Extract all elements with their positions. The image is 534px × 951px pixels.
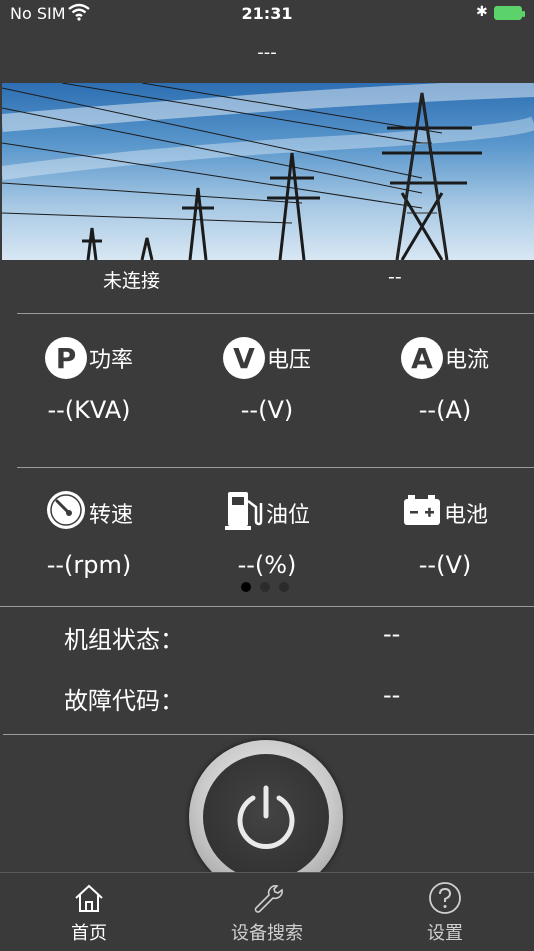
voltage-v-icon: V [222, 337, 265, 379]
power-icon [237, 785, 295, 849]
tab-label: 设备搜索 [231, 923, 303, 944]
divider [0, 606, 534, 607]
metric-voltage: V 电压 --(V) [178, 336, 356, 424]
tab-home[interactable]: 首页 [0, 879, 178, 945]
divider [17, 467, 534, 468]
info-label: 机组状态： [64, 626, 184, 654]
metric-value: --(V) [418, 551, 472, 579]
metric-fuel: 油位 --(%) [178, 491, 356, 579]
metric-current: A 电流 --(A) [356, 336, 534, 424]
page-dot[interactable] [279, 582, 289, 592]
page-dot[interactable] [241, 582, 251, 592]
info-value: -- [383, 620, 401, 648]
connection-row: 未连接 -- [0, 266, 534, 294]
divider [17, 313, 534, 314]
connection-value: -- [388, 266, 402, 288]
metric-label: 电流 [444, 348, 489, 373]
metric-rpm: 转速 --(rpm) [0, 491, 178, 579]
metric-label: 转速 [88, 503, 133, 528]
power-button[interactable] [189, 740, 343, 894]
page-indicator[interactable] [241, 582, 289, 592]
metric-value: --(%) [237, 551, 297, 579]
status-bar: No SIM 21:31 ✱ [0, 0, 534, 28]
tab-label: 首页 [71, 923, 107, 944]
current-a-icon: A [400, 337, 443, 379]
info-label: 故障代码： [64, 687, 184, 715]
help-icon [356, 879, 534, 917]
tab-device-search[interactable]: 设备搜索 [178, 879, 356, 945]
metric-value: --(rpm) [46, 551, 132, 579]
metric-label: 电压 [266, 348, 311, 373]
connection-status: 未连接 [103, 270, 161, 292]
divider [3, 734, 534, 735]
metric-battery: 电池 --(V) [356, 491, 534, 579]
fault-code-row: 故障代码： -- [0, 681, 534, 715]
fuel-pump-icon [224, 489, 266, 537]
metric-value: --(A) [418, 396, 472, 424]
power-lines-banner [2, 83, 534, 260]
metric-label: 电池 [443, 503, 488, 528]
battery-icon [402, 493, 444, 533]
tab-bar: 首页 设备搜索 设置 [0, 872, 534, 951]
home-icon [0, 879, 178, 917]
page-title: --- [257, 42, 277, 63]
wrench-icon [178, 879, 356, 917]
metric-value: --(KVA) [47, 396, 131, 424]
bluetooth-icon: ✱ [476, 4, 488, 20]
clock: 21:31 [241, 4, 293, 23]
metric-label: 油位 [265, 503, 310, 528]
page-dot[interactable] [260, 582, 270, 592]
metric-value: --(V) [240, 396, 294, 424]
tab-label: 设置 [427, 923, 463, 944]
power-p-icon: P [44, 337, 87, 379]
unit-status-row: 机组状态： -- [0, 620, 534, 654]
gauge-icon [45, 489, 89, 537]
tab-settings[interactable]: 设置 [356, 879, 534, 945]
metric-label: 功率 [88, 348, 133, 373]
info-value: -- [383, 681, 401, 709]
battery-status-icon [494, 6, 525, 20]
metric-power: P 功率 --(KVA) [0, 336, 178, 424]
